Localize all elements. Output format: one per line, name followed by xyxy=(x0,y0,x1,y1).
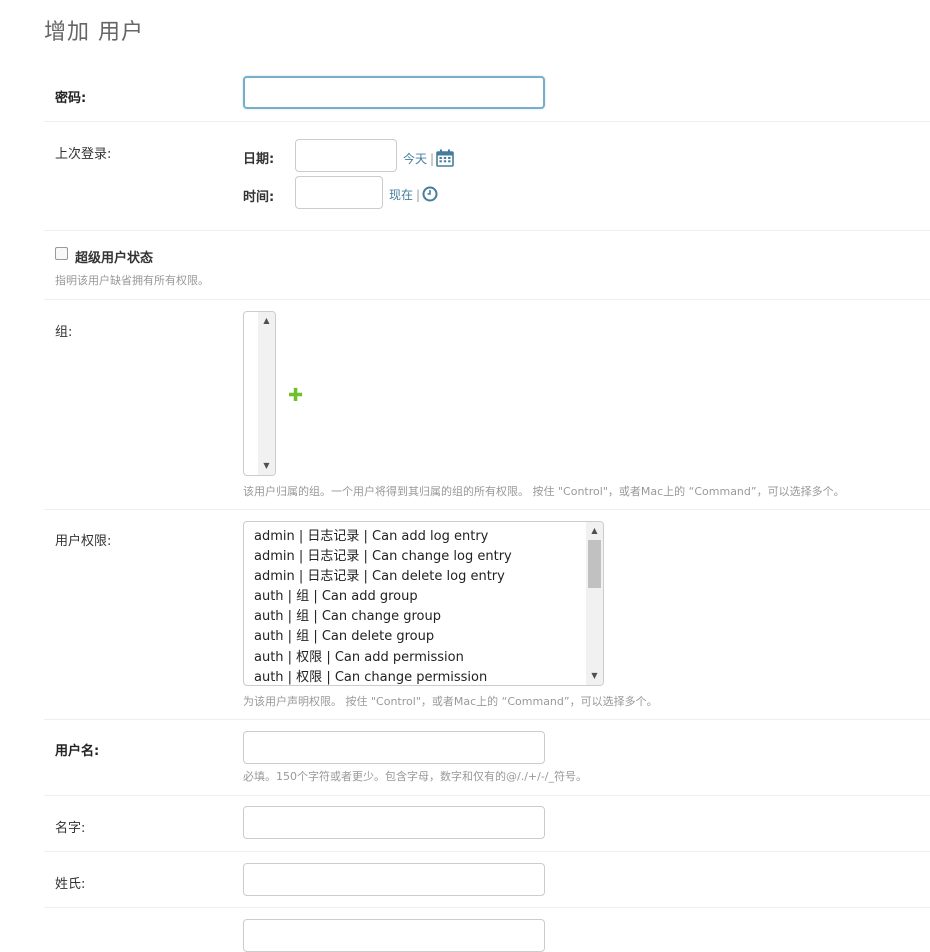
date-label: 日期: xyxy=(243,152,275,167)
next-field-row xyxy=(44,908,930,952)
permissions-help: 为该用户声明权限。 按住 "Control"，或者Mac上的 “Command”… xyxy=(243,695,658,708)
last-name-field[interactable] xyxy=(243,863,545,896)
scroll-up-icon[interactable]: ▲ xyxy=(586,524,603,538)
time-shortcuts: 现在 | xyxy=(389,186,438,205)
groups-scrollbar[interactable]: ▲ ▼ xyxy=(258,312,275,475)
date-shortcut-separator: | xyxy=(430,152,435,166)
permissions-scrollbar[interactable]: ▲ ▼ xyxy=(586,522,603,685)
last-login-label: 上次登录: xyxy=(55,147,112,162)
next-field-input[interactable] xyxy=(243,919,545,952)
permission-option[interactable]: admin | 日志记录 | Can change log entry xyxy=(244,547,603,567)
password-label: 密码: xyxy=(55,91,87,106)
permissions-label: 用户权限: xyxy=(55,534,112,549)
scroll-thumb[interactable] xyxy=(588,540,601,588)
time-input[interactable] xyxy=(295,176,383,209)
last-name-row: 姓氏: xyxy=(44,852,930,908)
date-input[interactable] xyxy=(295,139,397,172)
date-shortcuts: 今天 | xyxy=(403,149,454,170)
permissions-row: 用户权限: admin | 日志记录 | Can add log entry a… xyxy=(44,510,930,720)
permission-option[interactable]: auth | 权限 | Can add permission xyxy=(244,648,603,668)
username-row: 用户名: 必填。150个字符或者更少。包含字母，数字和仅有的@/./+/-/_符… xyxy=(44,720,930,796)
today-link[interactable]: 今天 xyxy=(403,152,427,166)
scroll-up-icon[interactable]: ▲ xyxy=(258,314,275,328)
last-login-row: 上次登录: 日期: 今天 | 时间: 现在 | xyxy=(44,122,930,231)
time-shortcut-separator: | xyxy=(416,188,421,202)
groups-help: 该用户归属的组。一个用户将得到其归属的组的所有权限。 按住 "Control"，… xyxy=(243,485,845,498)
time-label: 时间: xyxy=(243,190,275,205)
now-link[interactable]: 现在 xyxy=(389,188,413,202)
clock-icon[interactable] xyxy=(422,186,438,205)
permission-option[interactable]: admin | 日志记录 | Can add log entry xyxy=(244,527,603,547)
permission-option[interactable]: auth | 组 | Can delete group xyxy=(244,627,603,647)
superuser-label: 超级用户状态 xyxy=(75,251,154,266)
first-name-field[interactable] xyxy=(243,806,545,839)
last-name-label: 姓氏: xyxy=(55,877,86,892)
permissions-select[interactable]: admin | 日志记录 | Can add log entry admin |… xyxy=(243,521,604,686)
username-label: 用户名: xyxy=(55,744,100,759)
password-field[interactable] xyxy=(243,76,545,109)
superuser-checkbox[interactable] xyxy=(55,247,68,260)
add-group-icon[interactable]: ✚ xyxy=(288,387,303,405)
first-name-row: 名字: xyxy=(44,796,930,852)
groups-select[interactable]: ▲ ▼ xyxy=(243,311,276,476)
permission-option[interactable]: auth | 组 | Can change group xyxy=(244,607,603,627)
superuser-row: 超级用户状态 指明该用户缺省拥有所有权限。 xyxy=(44,231,930,300)
permission-option[interactable]: admin | 日志记录 | Can delete log entry xyxy=(244,567,603,587)
first-name-label: 名字: xyxy=(55,821,86,836)
permission-option[interactable]: auth | 权限 | Can change permission xyxy=(244,668,603,685)
username-help: 必填。150个字符或者更少。包含字母，数字和仅有的@/./+/-/_符号。 xyxy=(243,770,588,783)
page-title: 增加 用户 xyxy=(44,20,144,45)
superuser-help: 指明该用户缺省拥有所有权限。 xyxy=(55,274,209,287)
permission-option[interactable]: auth | 组 | Can add group xyxy=(244,587,603,607)
scroll-down-icon[interactable]: ▼ xyxy=(586,669,603,683)
username-field[interactable] xyxy=(243,731,545,764)
password-row: 密码: xyxy=(44,62,930,122)
groups-label: 组: xyxy=(55,325,73,340)
calendar-icon[interactable] xyxy=(436,149,454,170)
scroll-down-icon[interactable]: ▼ xyxy=(258,459,275,473)
groups-row: 组: ▲ ▼ ✚ 该用户归属的组。一个用户将得到其归属的组的所有权限。 按住 "… xyxy=(44,300,930,510)
